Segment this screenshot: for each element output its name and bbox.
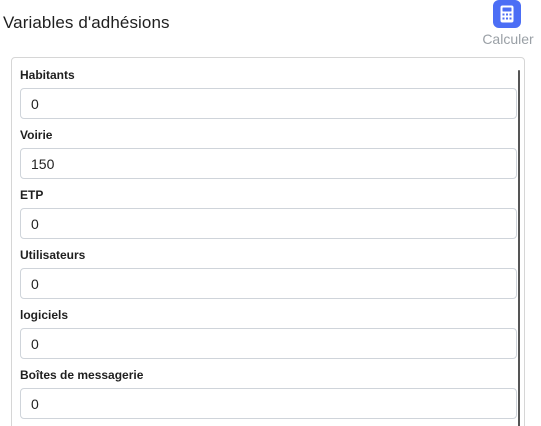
field-habitants: Habitants [20, 66, 517, 119]
page-title: Variables d'adhésions [3, 13, 170, 32]
field-label: Boîtes de messagerie [20, 368, 144, 382]
field-label: Utilisateurs [20, 248, 86, 262]
variables-scroll-area[interactable]: Habitants Voirie ETP Utilisateurs logici… [12, 58, 524, 426]
variables-panel: Habitants Voirie ETP Utilisateurs logici… [11, 57, 525, 426]
field-logiciels: logiciels [20, 306, 517, 359]
field-label: ETP [20, 188, 44, 202]
utilisateurs-input[interactable] [20, 268, 517, 299]
field-label: Habitants [20, 68, 75, 82]
etp-input[interactable] [20, 208, 517, 239]
field-etp: ETP [20, 186, 517, 239]
logiciels-input[interactable] [20, 328, 517, 359]
field-label: logiciels [20, 308, 69, 322]
boites-messagerie-input[interactable] [20, 388, 517, 419]
calculate-button-label: Calculer [482, 31, 534, 47]
calculate-button[interactable]: Calculer [478, 0, 538, 50]
habitants-input[interactable] [20, 88, 517, 119]
field-utilisateurs: Utilisateurs [20, 246, 517, 299]
field-boites-messagerie: Boîtes de messagerie [20, 366, 517, 419]
field-label: Voirie [20, 128, 53, 142]
calculator-icon [493, 0, 521, 28]
scrollbar[interactable] [518, 70, 520, 426]
voirie-input[interactable] [20, 148, 517, 179]
adhesion-variables-page: Variables d'adhésions Calculer Habitants [0, 0, 541, 426]
field-voirie: Voirie [20, 126, 517, 179]
